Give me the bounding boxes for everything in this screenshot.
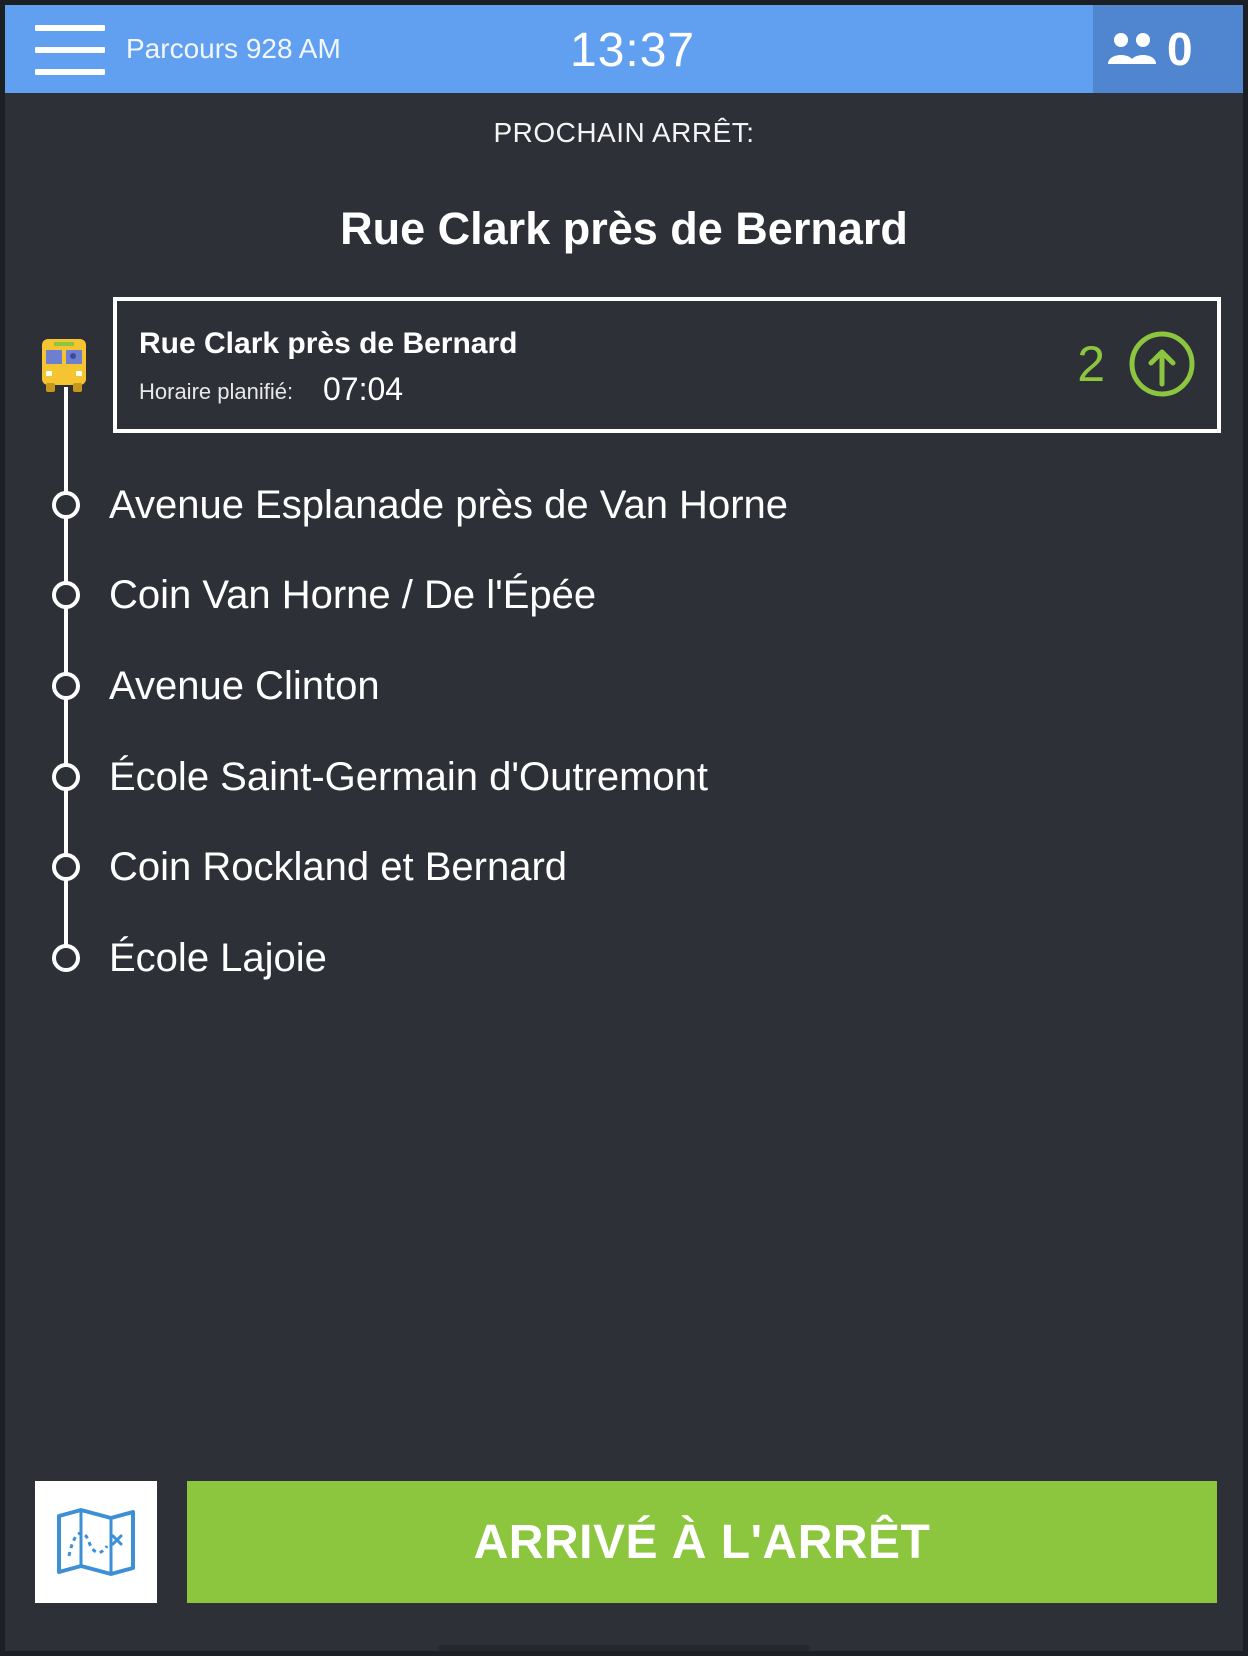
stop-marker	[52, 853, 80, 881]
clock: 13:37	[570, 24, 696, 77]
stop-item[interactable]: Avenue Clinton	[5, 656, 1243, 716]
stop-marker	[52, 763, 80, 791]
stop-name: Avenue Clinton	[109, 664, 380, 708]
users-icon	[1108, 33, 1156, 64]
stop-item[interactable]: École Lajoie	[5, 928, 1243, 988]
boarding-count: 2	[1077, 336, 1105, 392]
top-bar: Parcours 928 AM 13:37 0	[5, 5, 1243, 93]
hamburger-menu-icon[interactable]	[35, 25, 107, 75]
next-stop-name: Rue Clark près de Bernard	[340, 203, 908, 254]
stop-name: Avenue Esplanade près de Van Horne	[109, 483, 789, 527]
stop-name: Coin Rockland et Bernard	[109, 845, 568, 889]
stop-name: Coin Van Horne / De l'Épée	[109, 573, 597, 617]
passenger-count: 0	[1167, 23, 1193, 75]
scheduled-time-value: 07:04	[323, 371, 404, 407]
stop-marker	[52, 491, 80, 519]
stop-marker	[52, 944, 80, 972]
app-screen: Parcours 928 AM 13:37 0 PROCHAIN ARRÊT: …	[5, 5, 1243, 1651]
map-icon	[57, 1508, 135, 1576]
school-bus-icon	[42, 339, 86, 392]
stop-item[interactable]: École Saint-Germain d'Outremont	[5, 747, 1243, 807]
route-title: Parcours 928 AM	[126, 33, 341, 64]
map-button[interactable]	[35, 1481, 157, 1603]
stop-item[interactable]: Coin Van Horne / De l'Épée	[5, 565, 1243, 625]
current-stop-card[interactable]: Rue Clark près de Bernard Horaire planif…	[113, 297, 1221, 433]
stop-marker	[52, 581, 80, 609]
current-stop-name: Rue Clark près de Bernard	[139, 327, 518, 360]
scheduled-time-label: Horaire planifié:	[139, 379, 294, 404]
stop-name: École Lajoie	[109, 936, 327, 980]
home-indicator	[438, 1645, 810, 1651]
stop-item[interactable]: Coin Rockland et Bernard	[5, 837, 1243, 897]
arrow-up-circle-icon[interactable]	[1127, 329, 1197, 399]
next-stop-label: PROCHAIN ARRÊT:	[493, 117, 755, 148]
stop-marker	[52, 672, 80, 700]
stop-name: École Saint-Germain d'Outremont	[109, 755, 709, 799]
arrived-at-stop-button[interactable]: ARRIVÉ À L'ARRÊT	[187, 1481, 1217, 1603]
passenger-counter-button[interactable]: 0	[1093, 5, 1243, 93]
stop-item[interactable]: Avenue Esplanade près de Van Horne	[5, 475, 1243, 535]
